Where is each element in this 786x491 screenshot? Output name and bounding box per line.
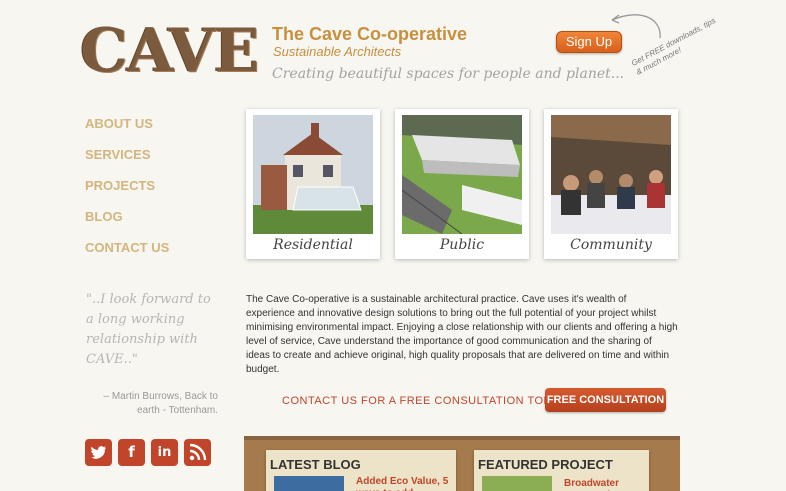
public-photo — [402, 115, 522, 234]
tagline: Creating beautiful spaces for people and… — [272, 66, 625, 82]
twitter-icon[interactable] — [85, 439, 112, 466]
linkedin-icon[interactable]: in — [151, 439, 178, 466]
nav-contact-us[interactable]: CONTACT US — [85, 240, 169, 271]
residential-photo — [253, 115, 373, 234]
rss-icon[interactable] — [184, 439, 211, 466]
latest-blog-title: LATEST BLOG — [270, 457, 361, 472]
testimonial-author: – Martin Burrows, Back to earth - Totten… — [103, 391, 218, 416]
card-residential[interactable]: Residential — [246, 109, 380, 259]
brand-title: The Cave Co-operative — [272, 24, 468, 44]
main-nav: ABOUT US SERVICES PROJECTS BLOG CONTACT … — [85, 116, 169, 271]
community-photo — [551, 115, 671, 234]
card-caption: Residential — [273, 237, 353, 253]
card-caption: Community — [570, 237, 652, 253]
brand-subtitle: Sustainable Architects — [273, 44, 402, 59]
nav-services[interactable]: SERVICES — [85, 147, 169, 178]
about-text: The Cave Co-operative is a sustainable a… — [246, 294, 678, 375]
card-public[interactable]: Public — [395, 109, 529, 259]
featured-project-title: FEATURED PROJECT — [478, 457, 613, 472]
free-consultation-button[interactable]: FREE CONSULTATION — [545, 388, 666, 412]
featured-project-link[interactable]: Broadwater Community — [564, 478, 644, 491]
card-caption: Public — [439, 237, 485, 253]
project-thumbnail — [482, 476, 552, 491]
nav-blog[interactable]: BLOG — [85, 209, 169, 240]
featured-project-panel[interactable]: FEATURED PROJECT Broadwater Community — [474, 450, 649, 491]
latest-blog-panel[interactable]: LATEST BLOG Added Eco Value, 5 ways to a… — [266, 450, 456, 491]
blog-thumbnail — [274, 476, 344, 491]
latest-blog-link[interactable]: Added Eco Value, 5 ways to add — [356, 476, 451, 491]
corkboard: LATEST BLOG Added Eco Value, 5 ways to a… — [244, 436, 680, 491]
facebook-icon[interactable]: f — [118, 439, 145, 466]
nav-about-us[interactable]: ABOUT US — [85, 116, 169, 147]
cta-text[interactable]: CONTACT US FOR A FREE CONSULTATION TODAY — [282, 395, 567, 407]
testimonial-quote: "..I look forward to a long working rela… — [86, 292, 211, 367]
logo[interactable]: CAVE — [80, 18, 259, 84]
nav-projects[interactable]: PROJECTS — [85, 178, 169, 209]
card-community[interactable]: Community — [544, 109, 678, 259]
sign-up-button[interactable]: Sign Up — [556, 31, 622, 53]
